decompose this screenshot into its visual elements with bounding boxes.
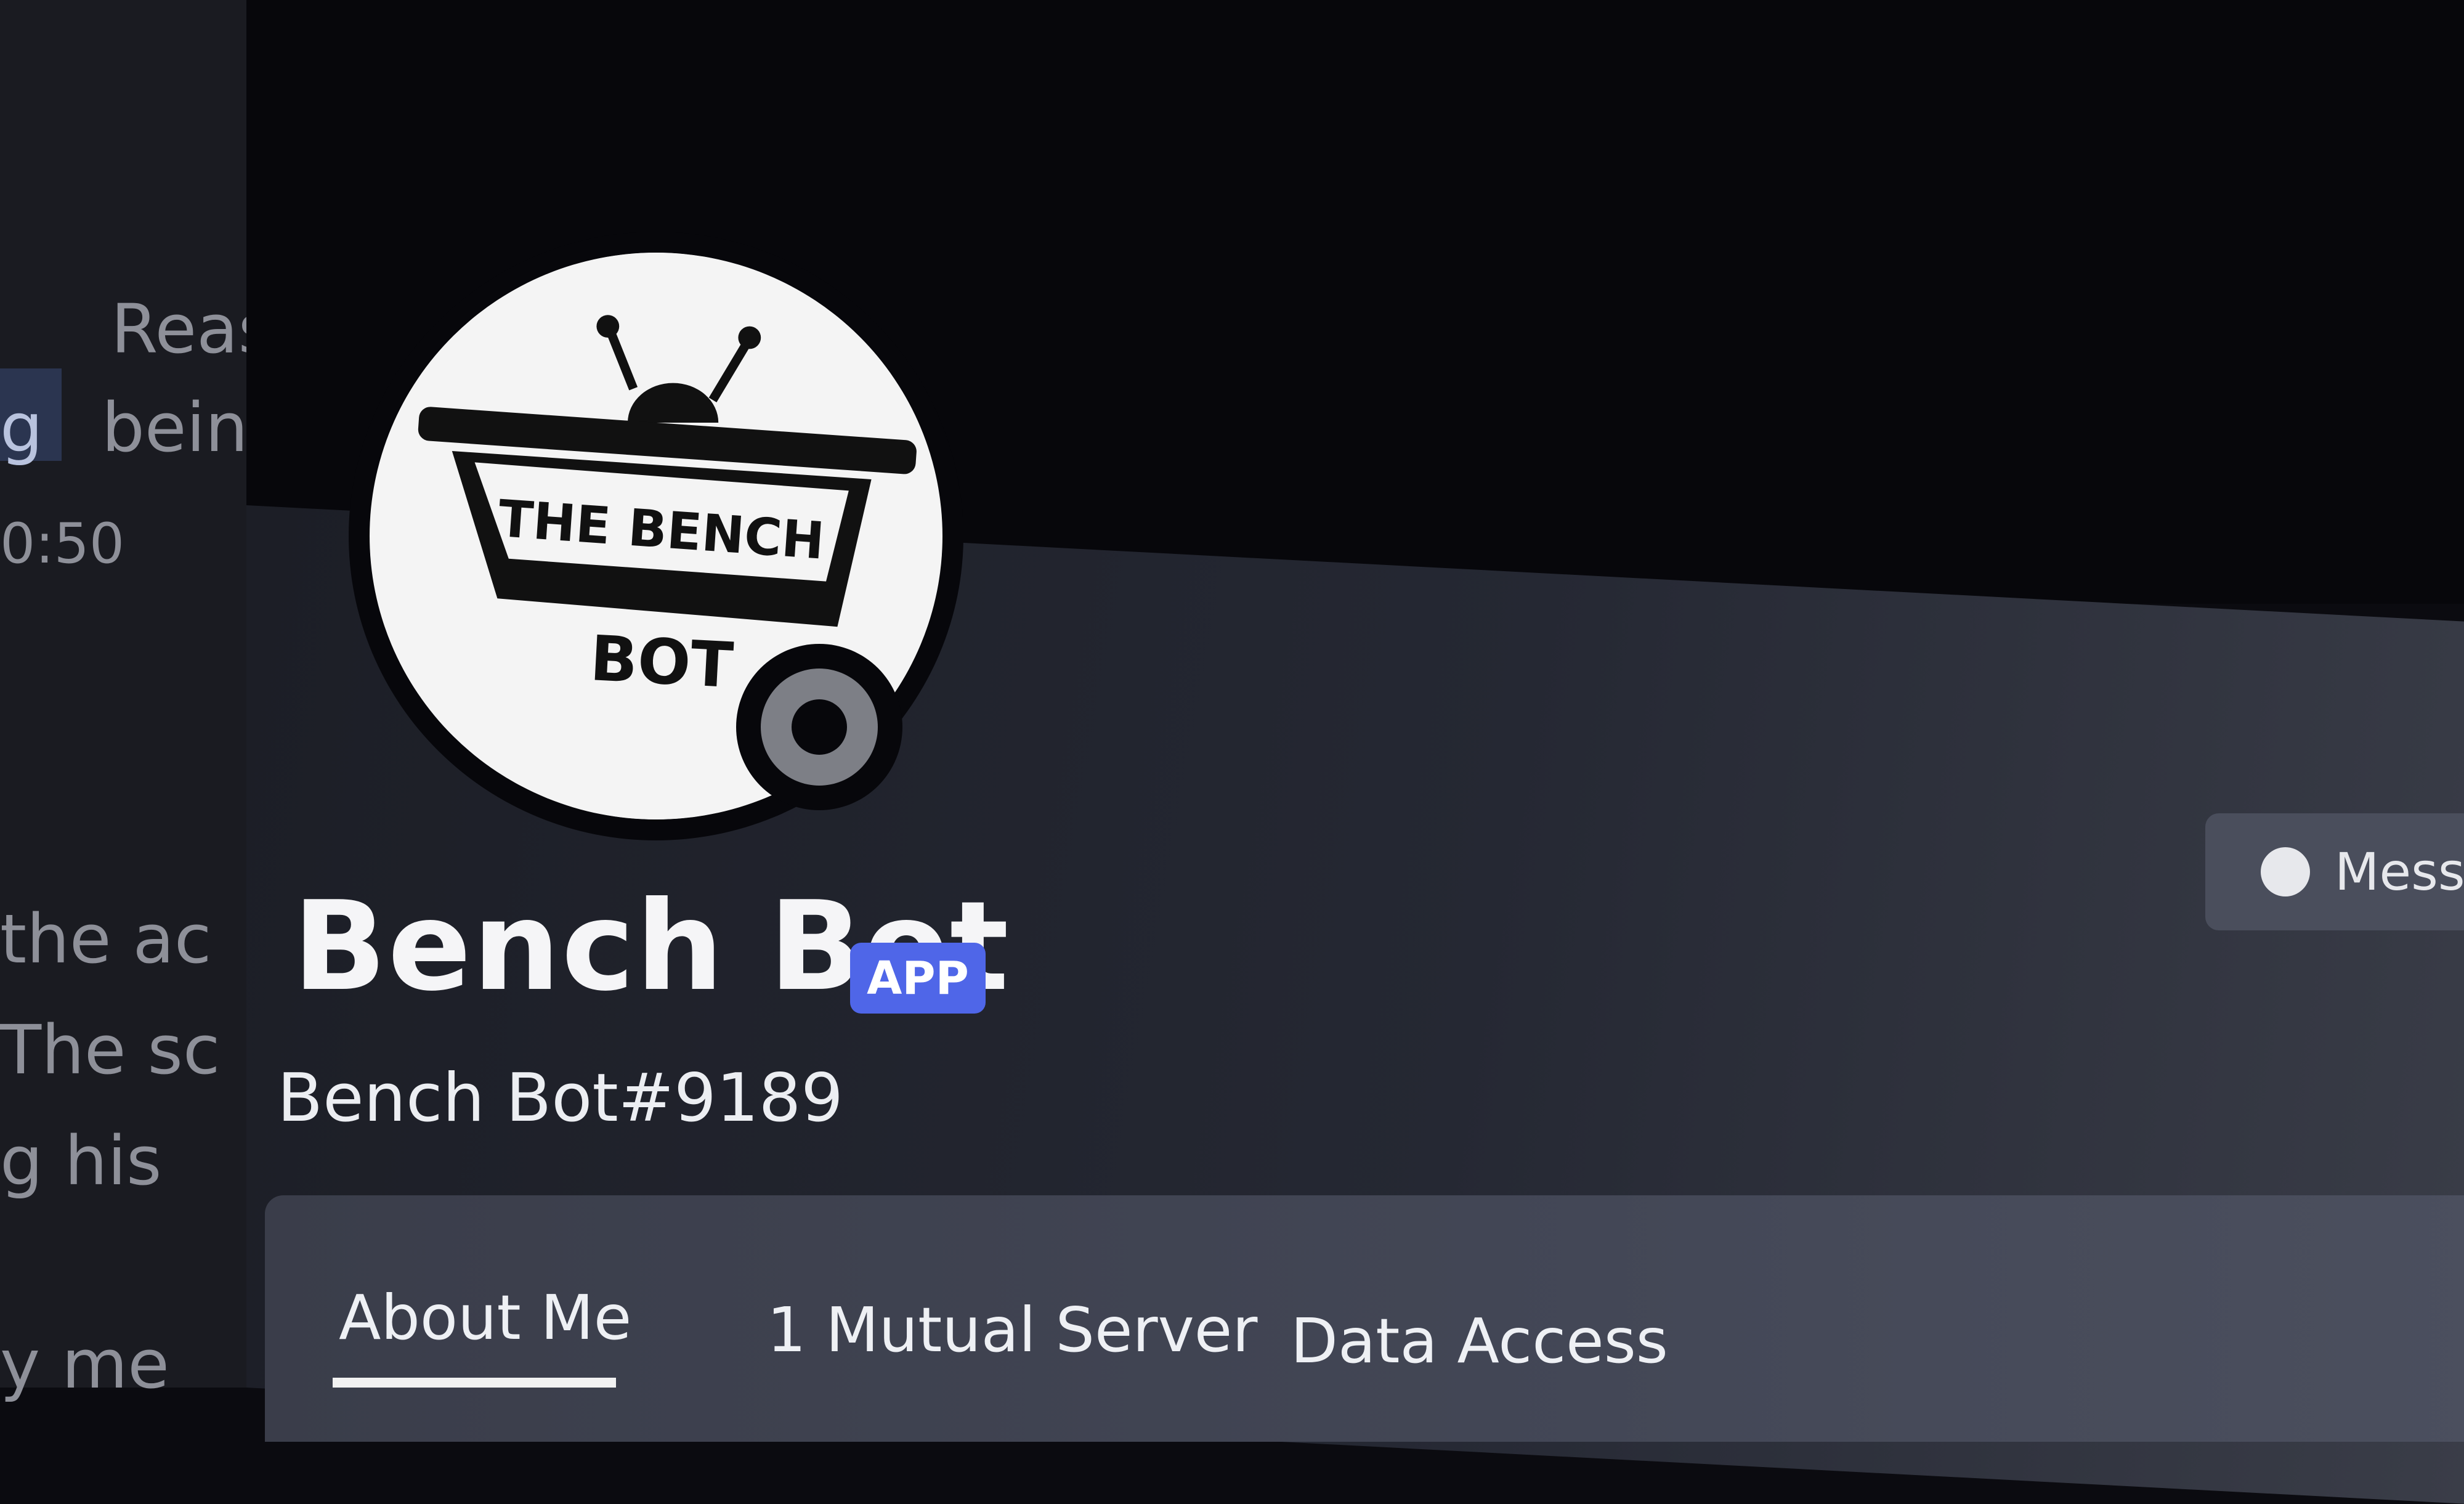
chat-text-line: The sc — [0, 1010, 221, 1089]
active-tab-indicator — [333, 1378, 616, 1388]
tab-about-me[interactable]: About Me — [339, 1282, 631, 1354]
chat-bubble-icon — [2261, 847, 2310, 896]
background-chat-panel: Reas g being 0:50 the ac The sc g his y … — [0, 0, 291, 1404]
chat-timestamp: 0:50 — [0, 511, 125, 576]
app-badge: APP — [850, 943, 986, 1014]
chat-text-line: y me — [0, 1325, 169, 1404]
chat-text-line: g his — [0, 1121, 162, 1200]
message-button[interactable]: Messa — [2205, 813, 2464, 930]
tab-mutual-servers[interactable]: 1 Mutual Server — [767, 1294, 1257, 1366]
chat-text-line: g — [0, 388, 43, 467]
chat-text-line: the ac — [0, 900, 212, 978]
message-button-label: Messa — [2335, 842, 2464, 902]
status-indicator — [736, 644, 902, 810]
svg-text:BOT: BOT — [588, 622, 735, 702]
offline-status-icon — [761, 669, 878, 786]
tab-data-access[interactable]: Data Access — [1291, 1305, 1668, 1377]
username-tag: Bench Bot#9189 — [277, 1060, 844, 1137]
